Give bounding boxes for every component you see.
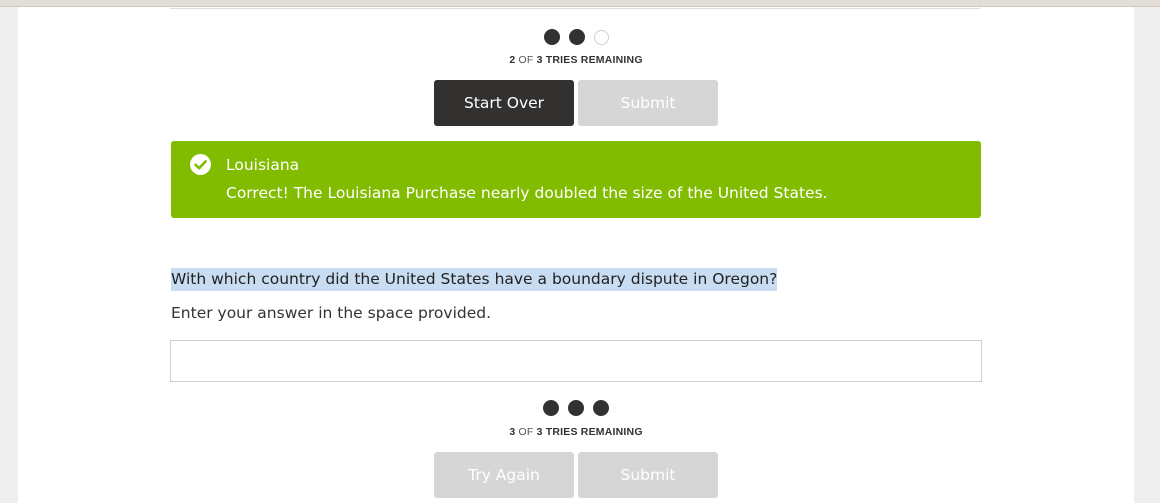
- submit-button[interactable]: Submit: [578, 452, 718, 498]
- attempt-dot-used: [543, 29, 560, 45]
- tries-label: TRIES REMAINING: [545, 54, 643, 66]
- tries-label: TRIES REMAINING: [545, 426, 643, 438]
- tries-of: OF: [518, 426, 534, 438]
- attempt-dot-used: [568, 29, 585, 45]
- question-instructions: Enter your answer in the space provided.: [171, 304, 492, 322]
- feedback-answer: Louisiana: [226, 156, 300, 174]
- attempt-dot: [568, 400, 584, 416]
- tries-total: 3: [536, 54, 543, 66]
- check-circle-icon: [190, 154, 211, 175]
- question-panel: 2 OF 3 TRIES REMAINING Start Over Submit…: [18, 0, 1134, 503]
- current-question-actions: Try Again Submit: [18, 452, 1134, 498]
- attempts-indicator: [18, 400, 1134, 416]
- tries-remaining-text: 3 OF 3 TRIES REMAINING: [18, 426, 1134, 438]
- try-again-button[interactable]: Try Again: [434, 452, 574, 498]
- tries-remaining-text: 2 OF 3 TRIES REMAINING: [18, 54, 1134, 66]
- correct-feedback-banner: Louisiana Correct! The Louisiana Purchas…: [171, 141, 981, 218]
- attempt-dot-remaining: [593, 30, 609, 45]
- start-over-button[interactable]: Start Over: [434, 80, 574, 126]
- tries-total: 3: [536, 426, 543, 438]
- attempt-dot: [543, 400, 559, 416]
- answer-input[interactable]: [170, 340, 982, 382]
- question-prompt: With which country did the United States…: [171, 268, 778, 291]
- attempts-indicator: [18, 29, 1134, 45]
- previous-answer-input[interactable]: [170, 0, 980, 9]
- tries-of: OF: [518, 54, 534, 66]
- attempt-dot: [593, 400, 609, 416]
- feedback-message: Correct! The Louisiana Purchase nearly d…: [226, 184, 828, 202]
- submit-button-disabled[interactable]: Submit: [578, 80, 718, 126]
- tries-count: 3: [509, 426, 516, 438]
- previous-question-actions: Start Over Submit: [18, 80, 1134, 126]
- tries-count: 2: [509, 54, 516, 66]
